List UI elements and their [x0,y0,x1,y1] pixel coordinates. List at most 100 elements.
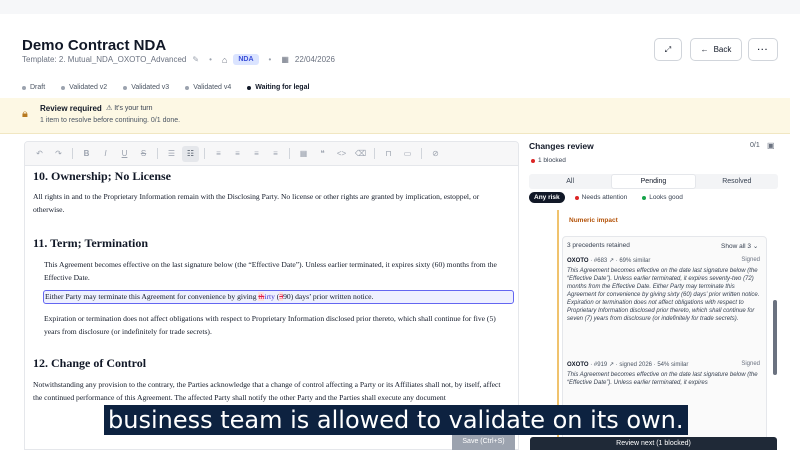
review-subtitle: 1 item to resolve before continuing. 0/1… [40,117,181,124]
step-dot [185,85,190,90]
step-dot [123,85,128,90]
align-left-icon[interactable]: ≡ [210,146,227,162]
section-heading: 10. Ownership; No License [33,169,171,183]
precedent-meta: OXOTO · #919 ↗ · signed 2026 · 54% simil… [567,361,760,368]
chip-looks-good[interactable]: Looks good [637,192,688,203]
external-link-icon[interactable]: ↗ [609,258,614,264]
precedent-source: OXOTO [567,258,589,264]
risk-filter-chips: Any risk Needs attention Looks good [529,192,688,203]
review-next-button[interactable]: Review next (1 blocked) [530,437,777,450]
toolbar-divider [374,148,375,159]
table-icon[interactable]: ▦ [295,146,312,162]
precedent-ref: #683 [593,258,608,264]
code-icon[interactable]: <> [333,146,350,162]
tab-resolved[interactable]: Resolved [696,174,778,189]
paragraph: All rights in and to the Proprietary Inf… [33,192,480,214]
separator-dot: • [209,55,212,64]
tab-all[interactable]: All [529,174,611,189]
bold-icon[interactable]: B [78,146,95,162]
align-justify-icon[interactable]: ≡ [267,146,284,162]
contract-date: 22/04/2026 [294,55,335,64]
tab-pending[interactable]: Pending [611,174,696,189]
separator-dot: • [268,55,272,64]
numbered-list-icon[interactable]: ☷ [182,145,199,162]
step-label: Validated v4 [193,84,232,91]
clause-text: 90) days’ prior written notice. [283,292,374,301]
precedent-ref: #919 [593,362,608,368]
changes-count: 0/1 [750,142,760,149]
precedent-meta: OXOTO · #683 ↗ · 69% similar Signed [567,257,760,264]
precedent-source: OXOTO [567,362,589,368]
precedents-header: 3 precedents retained [567,242,630,249]
align-center-icon[interactable]: ≡ [229,146,246,162]
redo-icon[interactable]: ↷ [50,146,67,162]
step-validated-v3[interactable]: Validated v3 [123,84,169,91]
red-dot-icon [574,195,579,200]
inserted-text: irty [264,292,275,301]
review-title: Review required [40,104,102,113]
edit-template-icon[interactable]: ✎ [192,55,199,64]
more-button[interactable]: ··· [748,38,778,61]
undo-icon[interactable]: ↶ [31,146,48,162]
step-label: Validated v2 [69,84,108,91]
template-name: Template: 2. Mutual_NDA_OXOTO_Advanced [22,55,187,64]
panel-icon[interactable]: ▣ [767,141,775,150]
highlighted-clause[interactable]: Either Party may terminate this Agreemen… [43,290,514,304]
precedent-item[interactable]: OXOTO · #919 ↗ · signed 2026 · 54% simil… [567,361,760,387]
toolbar-divider [72,148,73,159]
paragraph: Expiration or termination does not affec… [44,314,496,336]
step-dot [61,85,66,90]
step-label: Validated v3 [131,84,170,91]
contract-meta: Template: 2. Mutual_NDA_OXOTO_Advanced ✎… [22,54,335,65]
step-label: Waiting for legal [255,84,310,91]
show-all-link[interactable]: Show all 3 ⌄ [721,242,758,250]
step-validated-v2[interactable]: Validated v2 [61,84,107,91]
comment-icon[interactable]: ▭ [399,146,416,162]
precedent-status: Signed [741,361,760,367]
type-badge: NDA [233,54,259,65]
clear-format-icon[interactable]: ⌫ [352,146,369,162]
hide-icon[interactable]: ⊘ [427,146,444,162]
lock-icon[interactable]: ⊓ [380,146,397,162]
underline-icon[interactable]: U [116,146,133,162]
calendar-icon: ▦ [281,55,289,64]
step-waiting-for-legal[interactable]: Waiting for legal [247,84,309,91]
show-all-label: Show all 3 [721,243,751,250]
paragraph: This Agreement becomes effective on the … [44,260,497,282]
back-label: Back [713,45,732,54]
italic-icon[interactable]: I [97,146,114,162]
paragraph: Notwithstanding any provision to the con… [33,380,501,402]
section-heading: 12. Change of Control [33,356,147,370]
chip-label: Needs attention [581,194,628,201]
step-validated-v4[interactable]: Validated v4 [185,84,231,91]
chip-any-risk[interactable]: Any risk [529,192,565,203]
step-draft[interactable]: Draft [22,84,45,91]
external-link-icon[interactable]: ↗ [609,362,614,368]
precedent-similarity: signed 2026 · 54% similar [619,362,689,368]
panel-scrollbar[interactable] [773,300,777,375]
quote-icon[interactable]: ❝ [314,146,331,162]
green-dot-icon [642,195,647,200]
your-turn-label: It's your turn [114,105,153,112]
workflow-steps: Draft Validated v2 Validated v3 Validate… [22,84,309,91]
section-heading: 11. Term; Termination [33,236,149,250]
bullet-list-icon[interactable]: ☰ [163,146,180,162]
precedent-text: This Agreement becomes effective on the … [567,268,760,322]
lock-icon: 🔒︎ [22,108,28,120]
chip-label: Looks good [649,194,683,201]
page-title: Demo Contract NDA [22,37,167,54]
numeric-impact-label: Numeric impact [569,217,618,224]
changes-tabs: All Pending Resolved [529,174,778,189]
warning-icon: ⚠ [106,105,115,112]
align-right-icon[interactable]: ≡ [248,146,265,162]
tag-icon: ⌂ [221,54,228,65]
blocked-indicator: 1 blocked [531,157,566,164]
back-button[interactable]: ← Back [690,38,742,61]
toolbar-divider [157,148,158,159]
expand-icon: ⤢ [664,44,672,54]
expand-button[interactable]: ⤢ [654,38,682,61]
strikethrough-icon[interactable]: S [135,146,152,162]
precedent-status: Signed [741,257,760,263]
chip-needs-attention[interactable]: Needs attention [570,192,633,203]
precedent-item[interactable]: OXOTO · #683 ↗ · 69% similar Signed This… [567,257,760,323]
